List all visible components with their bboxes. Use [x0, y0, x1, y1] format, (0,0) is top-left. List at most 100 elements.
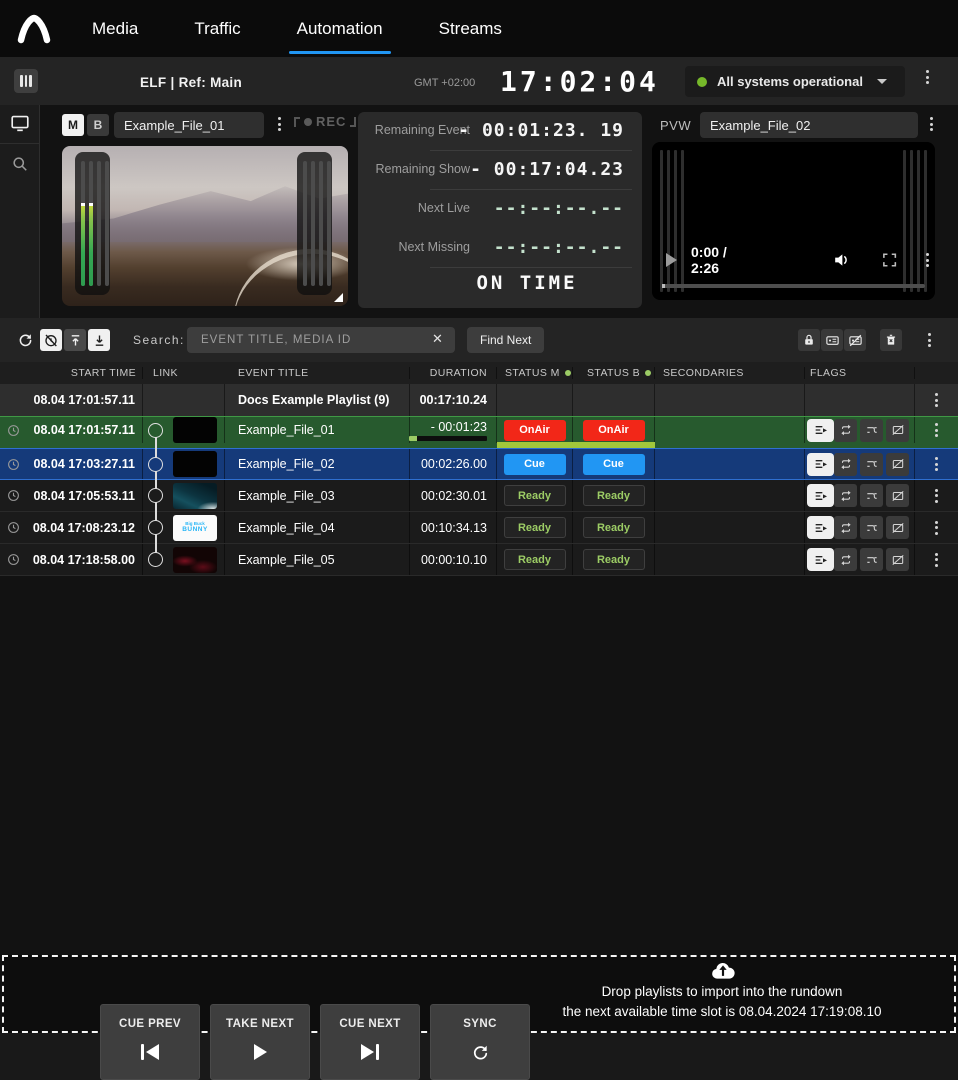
delete-event-button[interactable] [880, 329, 902, 351]
volume-icon[interactable] [832, 250, 851, 270]
table-row[interactable]: 08.04 17:18:58.00 Example_File_05 00:00:… [0, 544, 958, 576]
pgm-more-menu[interactable] [272, 114, 287, 134]
link-node[interactable] [148, 488, 163, 503]
status-b-button[interactable]: OnAir [583, 420, 645, 441]
status-b-button[interactable]: Ready [583, 549, 645, 570]
tab-media[interactable]: Media [90, 2, 140, 55]
hide-media-id-button[interactable] [844, 329, 866, 351]
move-to-top-button[interactable] [64, 329, 86, 351]
status-b-button[interactable]: Ready [583, 485, 645, 506]
rec-button[interactable]: REC [294, 114, 356, 129]
loop-button[interactable] [834, 484, 857, 507]
flags-button[interactable] [807, 516, 834, 539]
main-tabs: Media Traffic Automation Streams [90, 2, 504, 55]
rec-bracket-left [294, 117, 300, 127]
backup-channel-toggle[interactable]: B [87, 114, 109, 136]
loop-button[interactable] [834, 548, 857, 571]
link-node[interactable] [148, 423, 163, 438]
layout-panels-button[interactable] [14, 69, 38, 93]
table-row-playlist[interactable]: 08.04 17:01:57.11 Docs Example Playlist … [0, 384, 958, 416]
resize-handle-icon[interactable] [334, 293, 343, 302]
show-media-id-button[interactable] [821, 329, 843, 351]
remaining-show-value: - 00:17:04.23 [470, 159, 624, 180]
transition-button[interactable] [860, 548, 883, 571]
row-duration: 00:17:10.24 [410, 384, 497, 416]
search-view-button[interactable] [0, 146, 40, 182]
status-b-button[interactable]: Cue [583, 454, 645, 475]
toolbar-more-menu[interactable] [922, 330, 937, 350]
status-m-button[interactable]: Ready [504, 549, 566, 570]
fullscreen-icon[interactable] [881, 251, 898, 269]
loop-button[interactable] [834, 453, 857, 476]
pgm-file-input[interactable] [114, 112, 264, 138]
no-graphics-button[interactable] [886, 516, 909, 539]
row-more-menu[interactable] [929, 390, 944, 410]
link-node[interactable] [148, 520, 163, 535]
mountain-arch-icon [14, 9, 54, 49]
table-row-onair[interactable]: 08.04 17:01:57.11 Example_File_01 - 00:0… [0, 416, 958, 448]
header-more-menu[interactable] [920, 67, 935, 87]
no-graphics-button[interactable] [886, 484, 909, 507]
left-sidebar [0, 105, 40, 318]
lock-rundown-button[interactable] [798, 329, 820, 351]
pvw-player-more-menu[interactable] [920, 250, 935, 270]
transition-button[interactable] [860, 453, 883, 476]
main-channel-toggle[interactable]: M [62, 114, 84, 136]
disable-timing-button[interactable] [40, 329, 62, 351]
flags-button[interactable] [807, 548, 834, 571]
pvw-video-player[interactable]: 0:00 / 2:26 [652, 142, 935, 300]
insert-at-bottom-button[interactable] [88, 329, 110, 351]
tab-traffic[interactable]: Traffic [192, 2, 242, 55]
loop-button[interactable] [834, 419, 857, 442]
status-m-button[interactable]: Ready [504, 485, 566, 506]
skip-next-icon [361, 1043, 379, 1061]
transition-button[interactable] [860, 516, 883, 539]
play-icon[interactable] [666, 253, 677, 267]
status-b-button[interactable]: Ready [583, 517, 645, 538]
col-link: LINK [153, 367, 178, 379]
cue-next-button[interactable]: CUE NEXT [320, 1004, 420, 1080]
no-graphics-button[interactable] [886, 453, 909, 476]
search-label: Search: [133, 333, 185, 347]
monitor-view-button[interactable] [0, 105, 40, 141]
link-node[interactable] [148, 457, 163, 472]
app-logo-icon[interactable] [12, 7, 56, 51]
tab-automation[interactable]: Automation [295, 2, 385, 55]
table-row-cue[interactable]: 08.04 17:03:27.11 Example_File_02 00:02:… [0, 448, 958, 480]
status-dot-icon [697, 77, 707, 87]
refresh-button[interactable] [14, 329, 36, 351]
link-node[interactable] [148, 552, 163, 567]
row-more-menu[interactable] [929, 518, 944, 538]
find-next-button[interactable]: Find Next [467, 327, 544, 353]
transition-button[interactable] [860, 484, 883, 507]
pvw-progress-bar[interactable] [662, 284, 925, 288]
pgm-video-preview[interactable] [62, 146, 348, 306]
table-row[interactable]: 08.04 17:08:23.12 Big Buck BUNNY Example… [0, 512, 958, 544]
search-input[interactable] [187, 327, 455, 353]
cue-prev-button[interactable]: CUE PREV [100, 1004, 200, 1080]
status-m-button[interactable]: OnAir [504, 420, 566, 441]
flags-button[interactable] [807, 419, 834, 442]
flags-button[interactable] [807, 453, 834, 476]
status-m-button[interactable]: Cue [504, 454, 566, 475]
transition-button[interactable] [860, 419, 883, 442]
take-next-button[interactable]: TAKE NEXT [210, 1004, 310, 1080]
status-b-health-dot [645, 370, 651, 376]
row-more-menu[interactable] [929, 486, 944, 506]
no-graphics-button[interactable] [886, 419, 909, 442]
loop-button[interactable] [834, 516, 857, 539]
no-graphics-button[interactable] [886, 548, 909, 571]
pvw-file-input[interactable] [700, 112, 918, 138]
playhead[interactable] [662, 284, 665, 288]
row-more-menu[interactable] [929, 550, 944, 570]
clear-search-icon[interactable]: ✕ [432, 331, 443, 347]
sync-button[interactable]: SYNC [430, 1004, 530, 1080]
flags-button[interactable] [807, 484, 834, 507]
pvw-more-menu[interactable] [924, 114, 939, 134]
row-more-menu[interactable] [929, 420, 944, 440]
tab-streams[interactable]: Streams [437, 2, 504, 55]
status-m-button[interactable]: Ready [504, 517, 566, 538]
row-more-menu[interactable] [929, 454, 944, 474]
table-row[interactable]: 08.04 17:05:53.11 Example_File_03 00:02:… [0, 480, 958, 512]
system-status-dropdown[interactable]: All systems operational [685, 66, 905, 97]
